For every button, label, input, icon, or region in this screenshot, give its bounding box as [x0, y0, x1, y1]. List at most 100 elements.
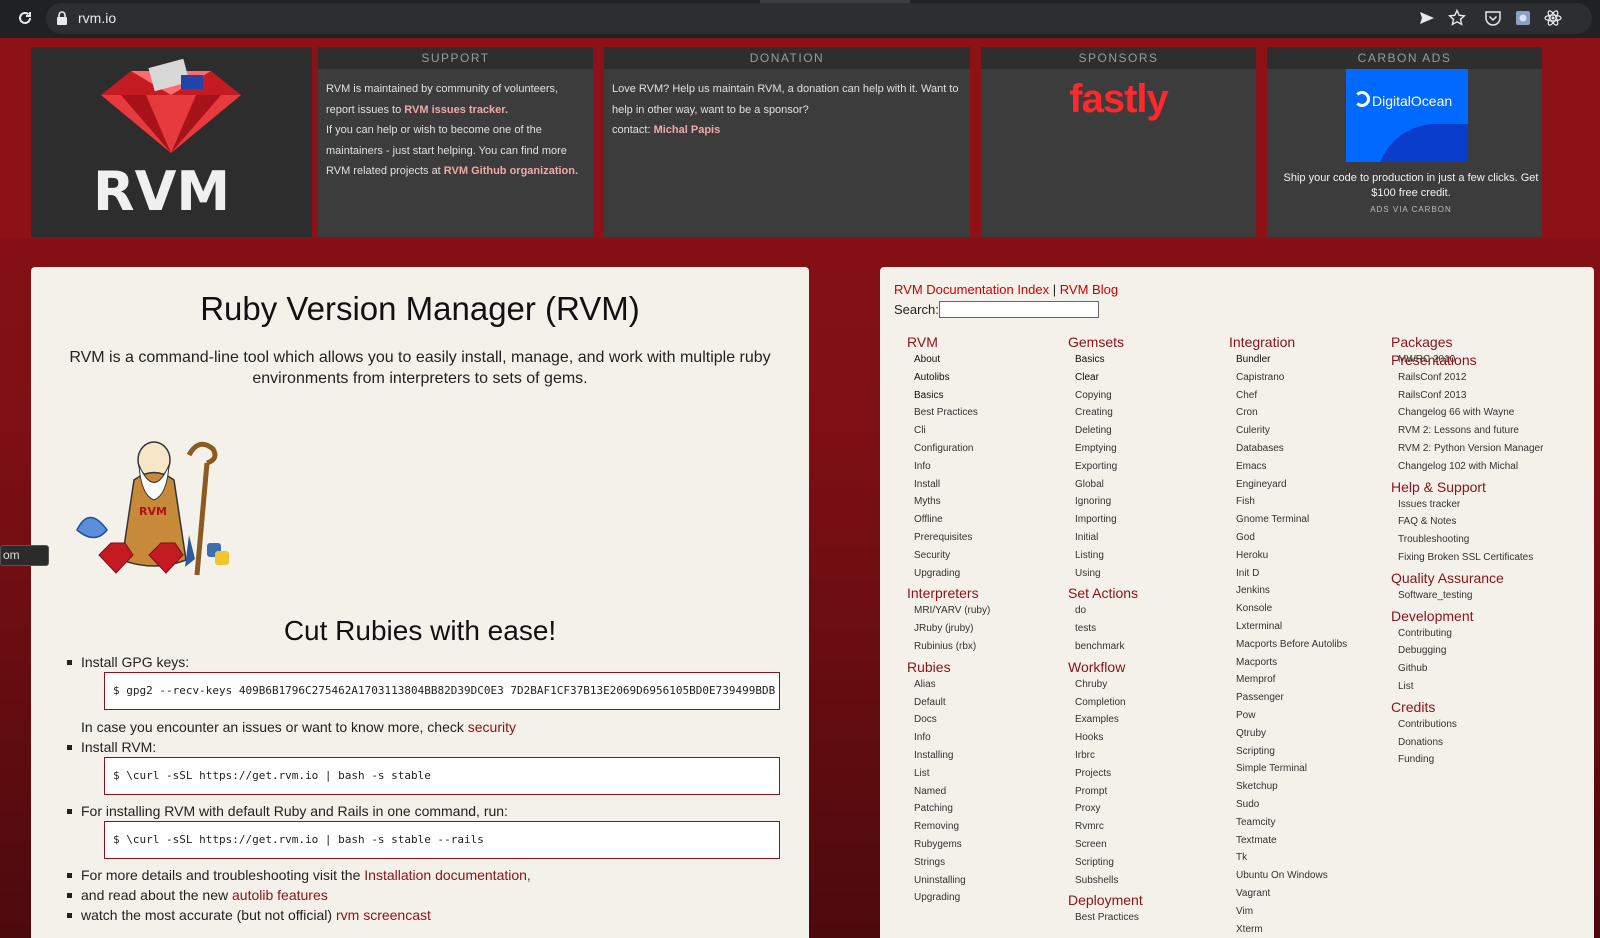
doc-link[interactable]: Issues tracker: [1398, 496, 1529, 514]
doc-link[interactable]: Simple Terminal: [1236, 760, 1367, 778]
star-icon[interactable]: [1448, 9, 1466, 27]
doc-link[interactable]: Culerity: [1236, 422, 1367, 440]
doc-link[interactable]: Deleting: [1075, 422, 1206, 440]
doc-link[interactable]: Screen: [1075, 836, 1206, 854]
doc-link[interactable]: Donations: [1398, 734, 1529, 752]
doc-link[interactable]: Hooks: [1075, 729, 1206, 747]
doc-link[interactable]: God: [1236, 529, 1367, 547]
doc-link[interactable]: Sketchup: [1236, 778, 1367, 796]
doc-section-heading[interactable]: RVM: [907, 333, 1045, 351]
doc-section-heading[interactable]: Deployment: [1068, 891, 1206, 909]
doc-link[interactable]: Named: [914, 783, 1045, 801]
doc-link[interactable]: Prerequisites: [914, 529, 1045, 547]
doc-link[interactable]: Uninstalling: [914, 872, 1045, 890]
doc-section-heading[interactable]: Packages Presentations: [1391, 333, 1529, 368]
security-link[interactable]: security: [468, 719, 516, 735]
doc-link[interactable]: Rvmrc: [1075, 818, 1206, 836]
installation-docs-link[interactable]: Installation documentation,: [364, 867, 531, 883]
doc-link[interactable]: Konsole: [1236, 600, 1367, 618]
doc-link[interactable]: Scripting: [1075, 854, 1206, 872]
send-icon[interactable]: [1418, 9, 1436, 27]
doc-link[interactable]: Myths: [914, 493, 1045, 511]
url-text[interactable]: rvm.io: [78, 10, 116, 26]
doc-link[interactable]: Jenkins: [1236, 582, 1367, 600]
doc-link[interactable]: Basics: [1075, 351, 1206, 369]
doc-link[interactable]: Lxterminal: [1236, 618, 1367, 636]
doc-link[interactable]: Contributions: [1398, 716, 1529, 734]
doc-link[interactable]: Importing: [1075, 511, 1206, 529]
doc-link[interactable]: Installing: [914, 747, 1045, 765]
doc-link[interactable]: Bundler: [1236, 351, 1367, 369]
doc-link[interactable]: Changelog 66 with Wayne: [1398, 404, 1529, 422]
doc-link[interactable]: Copying: [1075, 387, 1206, 405]
doc-link[interactable]: Examples: [1075, 711, 1206, 729]
doc-link[interactable]: Fixing Broken SSL Certificates: [1398, 549, 1533, 567]
doc-link[interactable]: do: [1075, 602, 1206, 620]
doc-link[interactable]: Pow: [1236, 707, 1367, 725]
doc-section-heading[interactable]: Integration: [1229, 333, 1367, 351]
doc-link[interactable]: Capistrano: [1236, 369, 1367, 387]
doc-link[interactable]: Cli: [914, 422, 1045, 440]
doc-link[interactable]: Ignoring: [1075, 493, 1206, 511]
doc-link[interactable]: Vim: [1236, 903, 1367, 921]
doc-link[interactable]: Security: [914, 547, 1045, 565]
doc-link[interactable]: Vagrant: [1236, 885, 1367, 903]
doc-link[interactable]: Global: [1075, 476, 1206, 494]
doc-link[interactable]: Subshells: [1075, 872, 1206, 890]
doc-link[interactable]: Proxy: [1075, 800, 1206, 818]
doc-link[interactable]: Heroku: [1236, 547, 1367, 565]
doc-link[interactable]: Rubygems: [914, 836, 1045, 854]
doc-link[interactable]: Emptying: [1075, 440, 1206, 458]
doc-link[interactable]: Default: [914, 694, 1045, 712]
doc-link[interactable]: Upgrading: [914, 889, 1045, 907]
doc-link[interactable]: Gnome Terminal: [1236, 511, 1367, 529]
ad-text[interactable]: Ship your code to production in just a f…: [1281, 171, 1541, 201]
pocket-icon[interactable]: [1484, 9, 1502, 27]
doc-link[interactable]: Chruby: [1075, 676, 1206, 694]
doc-link[interactable]: Software_testing: [1398, 587, 1529, 605]
doc-link[interactable]: Init D: [1236, 565, 1367, 583]
doc-section-heading[interactable]: Interpreters: [907, 584, 1045, 602]
doc-link[interactable]: Macports: [1236, 654, 1367, 672]
doc-link[interactable]: Strings: [914, 854, 1045, 872]
doc-link[interactable]: tests: [1075, 620, 1206, 638]
doc-link[interactable]: Debugging: [1398, 642, 1529, 660]
doc-link[interactable]: Funding: [1398, 751, 1529, 769]
doc-index-link[interactable]: RVM Documentation Index: [894, 282, 1049, 297]
doc-link[interactable]: Rubinius (rbx): [914, 638, 1045, 656]
doc-link[interactable]: Initial: [1075, 529, 1206, 547]
lock-icon[interactable]: [56, 11, 68, 25]
doc-link[interactable]: Troubleshooting: [1398, 531, 1529, 549]
doc-link[interactable]: Completion: [1075, 694, 1206, 712]
doc-link[interactable]: Scripting: [1236, 743, 1367, 761]
ads-via-carbon-link[interactable]: ADS VIA CARBON: [1281, 205, 1541, 214]
doc-link[interactable]: Info: [914, 729, 1045, 747]
doc-link[interactable]: Using: [1075, 565, 1206, 583]
rvm-logo[interactable]: RVM: [31, 47, 312, 237]
doc-link[interactable]: Upgrading: [914, 565, 1045, 583]
doc-link[interactable]: benchmark: [1075, 638, 1206, 656]
doc-link[interactable]: Install: [914, 476, 1045, 494]
doc-link[interactable]: Projects: [1075, 765, 1206, 783]
doc-link[interactable]: Passenger: [1236, 689, 1367, 707]
reload-icon[interactable]: [16, 9, 34, 27]
install-command-code[interactable]: $ \curl -sSL https://get.rvm.io | bash -…: [104, 757, 780, 795]
doc-link[interactable]: Irbrc: [1075, 747, 1206, 765]
doc-link[interactable]: Tk: [1236, 849, 1367, 867]
doc-link[interactable]: Macports Before Autolibs: [1236, 636, 1367, 654]
address-bar[interactable]: [46, 3, 1592, 34]
doc-link[interactable]: Docs: [914, 711, 1045, 729]
doc-section-heading[interactable]: Credits: [1391, 698, 1529, 716]
doc-link[interactable]: Alias: [914, 676, 1045, 694]
doc-section-heading[interactable]: Gemsets: [1068, 333, 1206, 351]
doc-link[interactable]: Autolibs: [914, 369, 1045, 387]
doc-link[interactable]: Engineyard: [1236, 476, 1367, 494]
doc-link[interactable]: Offline: [914, 511, 1045, 529]
doc-link[interactable]: Xterm: [1236, 921, 1367, 938]
doc-link[interactable]: About: [914, 351, 1045, 369]
doc-link[interactable]: Exporting: [1075, 458, 1206, 476]
doc-link[interactable]: MRI/YARV (ruby): [914, 602, 1045, 620]
rvm-blog-link[interactable]: RVM Blog: [1060, 282, 1118, 297]
digitalocean-ad-image[interactable]: DigitalOcean: [1346, 69, 1468, 162]
doc-section-heading[interactable]: Set Actions: [1068, 584, 1206, 602]
